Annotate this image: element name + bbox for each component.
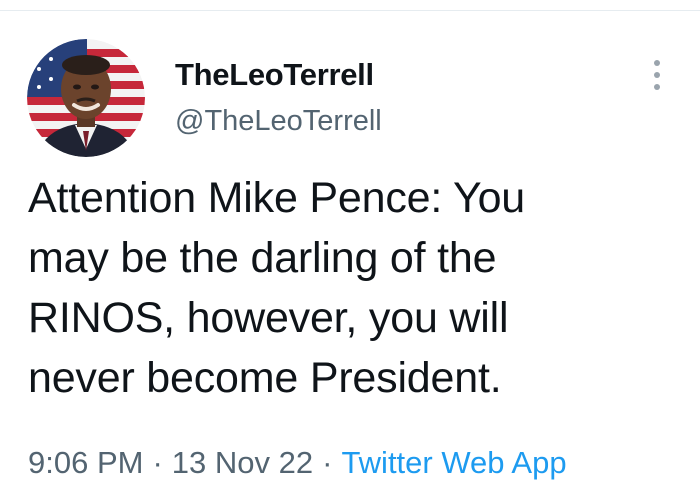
tweet-header: TheLeoTerrell @TheLeoTerrell — [27, 38, 382, 158]
tweet-text-line: Attention Mike Pence: You — [28, 174, 526, 222]
more-options-button[interactable] — [643, 55, 671, 95]
top-divider — [0, 10, 700, 11]
author-names: TheLeoTerrell @TheLeoTerrell — [175, 55, 382, 141]
tweet-text-line: may be the darling of the — [28, 234, 497, 282]
tweet-source-link[interactable]: Twitter Web App — [341, 445, 566, 480]
tweet-text-line: never become President. — [28, 354, 502, 402]
meta-separator: · — [152, 445, 163, 480]
tweet-time[interactable]: 9:06 PM — [28, 445, 143, 480]
avatar[interactable] — [27, 39, 145, 157]
display-name[interactable]: TheLeoTerrell — [175, 55, 382, 95]
tweet-text-line: RINOS, however, you will — [28, 294, 509, 342]
more-vertical-icon — [654, 60, 660, 90]
tweet-card: TheLeoTerrell @TheLeoTerrell Attention M… — [0, 0, 700, 497]
user-handle[interactable]: @TheLeoTerrell — [175, 101, 382, 141]
meta-separator: · — [322, 445, 333, 480]
tweet-date[interactable]: 13 Nov 22 — [172, 445, 313, 480]
tweet-meta: 9:06 PM · 13 Nov 22 · Twitter Web App — [28, 443, 567, 483]
tweet-text: Attention Mike Pence: You may be the dar… — [28, 168, 678, 408]
